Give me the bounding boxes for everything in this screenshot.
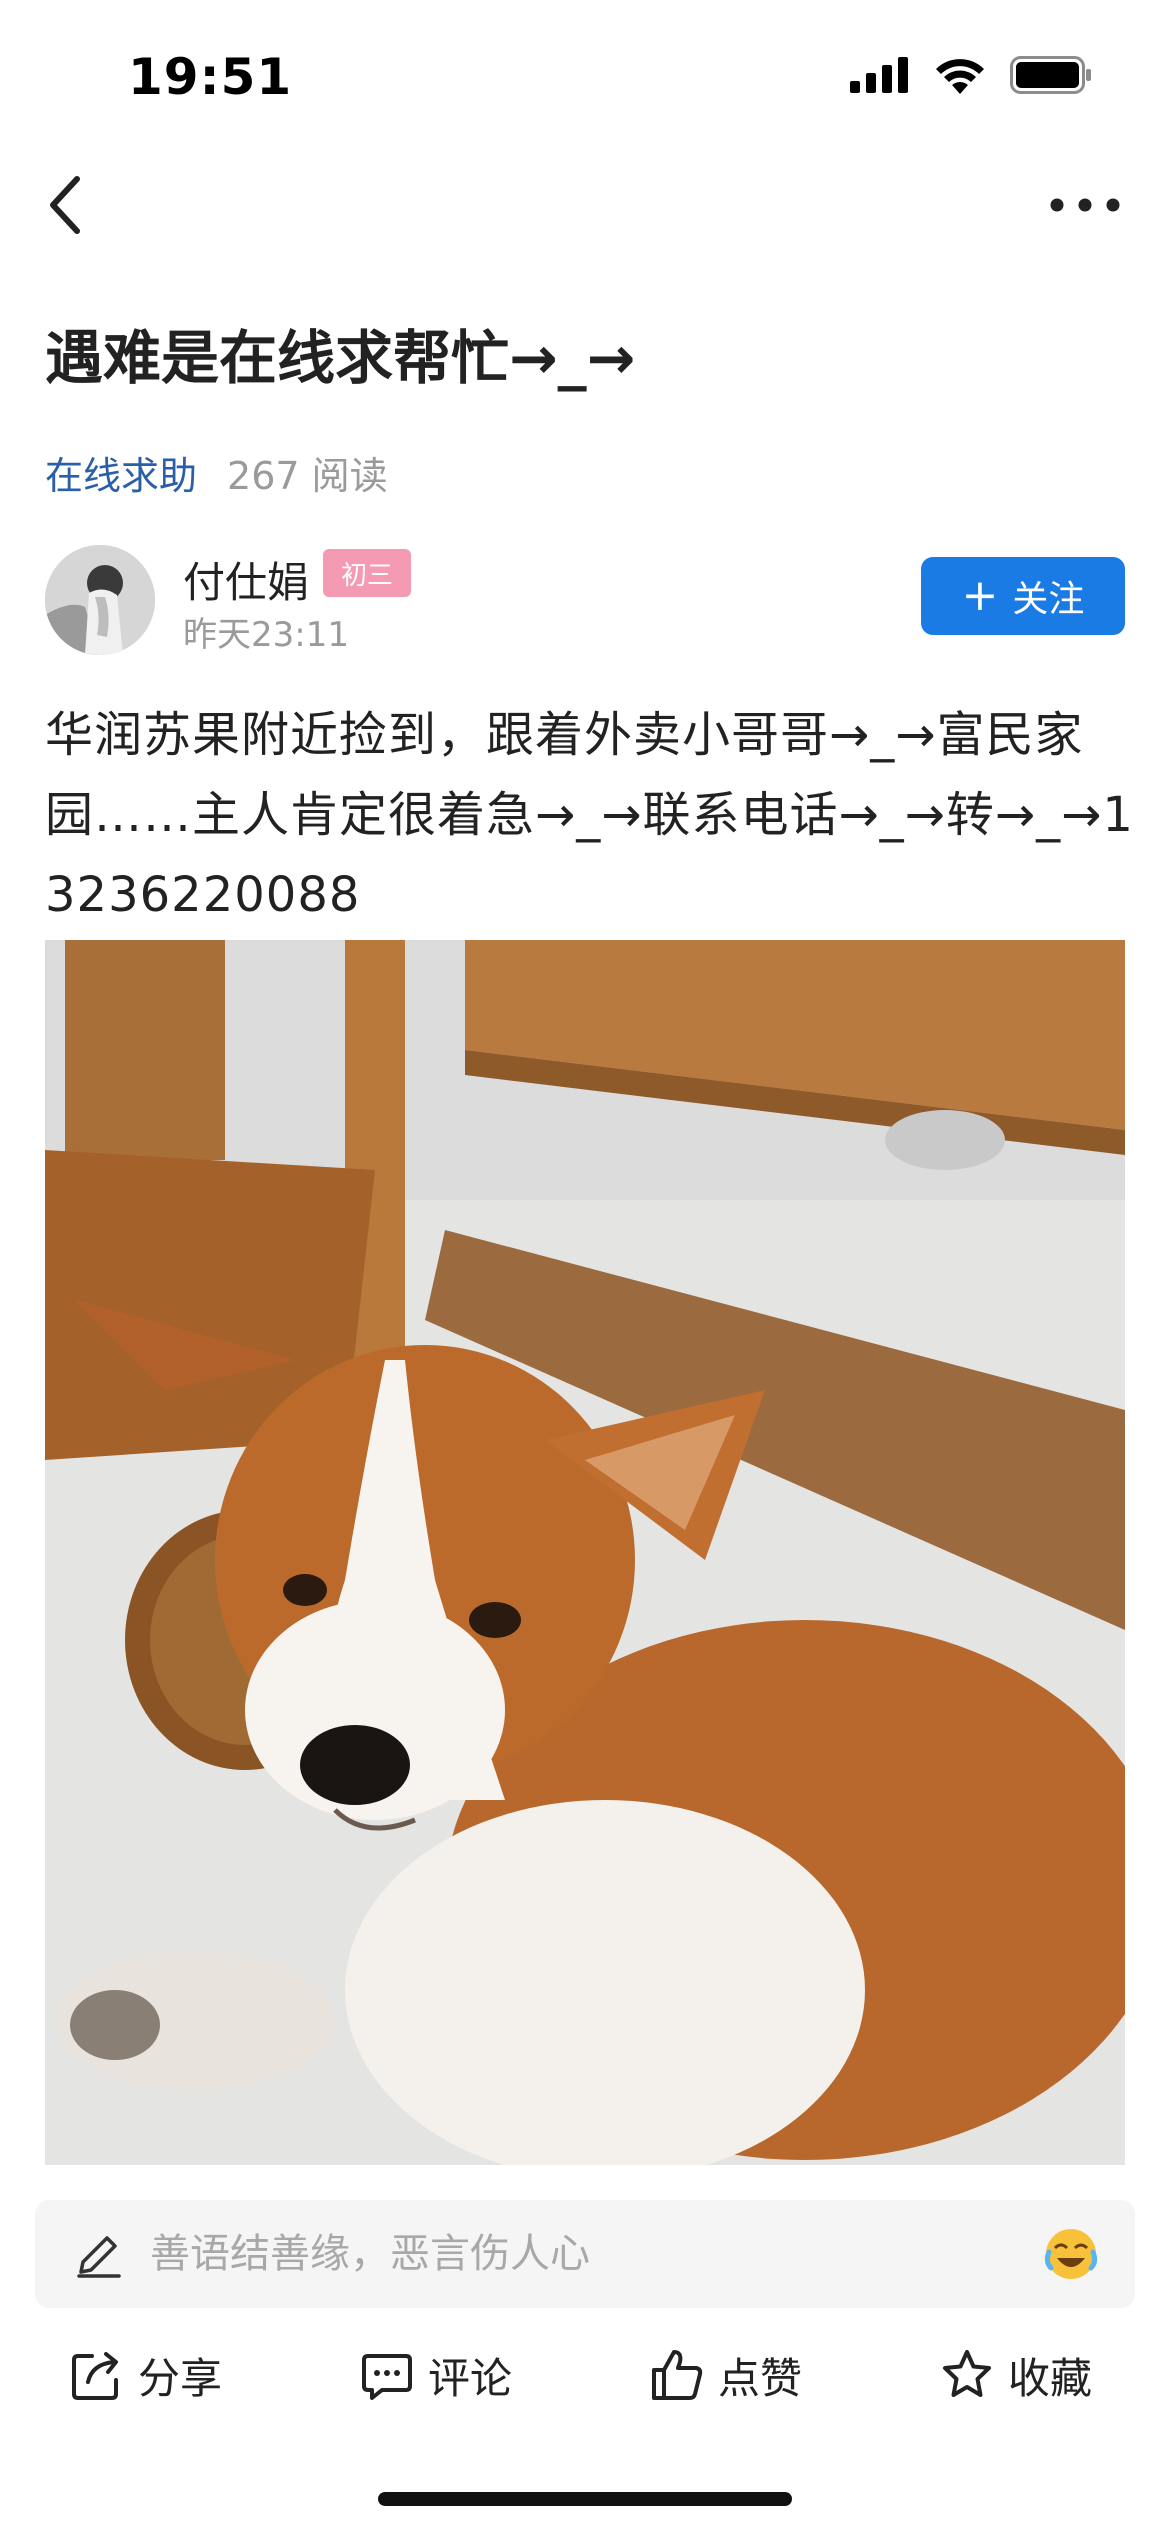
plus-icon: + bbox=[961, 570, 999, 621]
star-icon bbox=[943, 2350, 991, 2397]
rank-badge: 初三 bbox=[323, 549, 412, 597]
post-time: 昨天23:11 bbox=[183, 615, 349, 655]
post-photo[interactable] bbox=[45, 940, 1125, 2165]
share-button[interactable]: 分享 bbox=[70, 2330, 222, 2420]
follow-button[interactable]: + 关注 bbox=[921, 557, 1125, 635]
author-name[interactable]: 付仕娟 bbox=[183, 549, 309, 610]
back-button[interactable] bbox=[30, 170, 100, 240]
post-title: 遇难是在线求帮忙→_→ bbox=[45, 324, 636, 392]
status-time: 19:51 bbox=[128, 48, 293, 106]
pen-icon bbox=[77, 2236, 121, 2278]
like-button[interactable]: 点赞 bbox=[650, 2330, 802, 2420]
comment-label: 评论 bbox=[428, 2353, 513, 2403]
action-bar: 分享 评论 点赞 收藏 bbox=[0, 2330, 1170, 2420]
signal-icon bbox=[850, 57, 908, 93]
post-body: 华润苏果附近捡到，跟着外卖小哥哥→_→富民家园……主人肯定很着急→_→联系电话→… bbox=[45, 707, 1134, 923]
avatar[interactable] bbox=[45, 545, 155, 655]
category-link[interactable]: 在线求助 bbox=[45, 445, 197, 500]
status-bar: 19:51 bbox=[0, 0, 1170, 150]
comment-icon bbox=[362, 2354, 412, 2400]
favorite-label: 收藏 bbox=[1008, 2353, 1093, 2403]
author-row: 付仕娟 初三 昨天23:11 + 关注 bbox=[45, 545, 1125, 660]
comment-box[interactable] bbox=[35, 2200, 1135, 2308]
read-count: 267 阅读 bbox=[227, 454, 388, 498]
battery-icon bbox=[1010, 56, 1091, 94]
status-icons bbox=[850, 56, 1092, 94]
nav-bar bbox=[0, 160, 1170, 250]
wifi-icon bbox=[936, 59, 984, 94]
comment-button[interactable]: 评论 bbox=[360, 2330, 512, 2420]
post-meta: 在线求助 267 阅读 bbox=[45, 445, 388, 500]
more-horizontal-icon bbox=[1050, 198, 1120, 212]
like-label: 点赞 bbox=[718, 2353, 803, 2403]
chevron-left-icon bbox=[50, 176, 80, 234]
share-icon bbox=[72, 2352, 118, 2400]
home-indicator bbox=[378, 2492, 792, 2506]
more-button[interactable] bbox=[1040, 170, 1130, 240]
follow-label: 关注 bbox=[1012, 579, 1085, 620]
emoji-icon[interactable] bbox=[1043, 2226, 1099, 2282]
share-label: 分享 bbox=[138, 2353, 223, 2403]
comment-input[interactable] bbox=[150, 2200, 1030, 2308]
thumbs-up-icon bbox=[652, 2350, 703, 2400]
favorite-button[interactable]: 收藏 bbox=[940, 2330, 1092, 2420]
